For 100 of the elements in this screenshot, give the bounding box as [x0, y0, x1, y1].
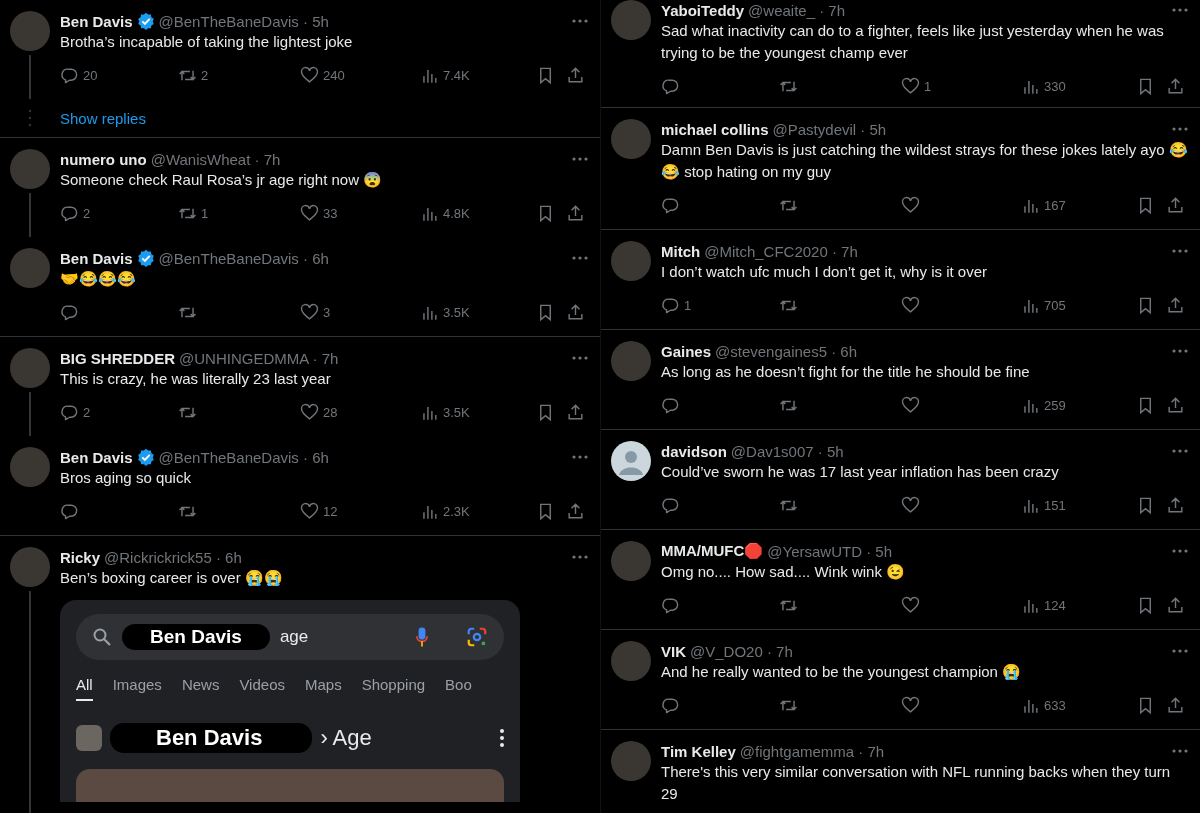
handle-and-time: @YersawUTD · 5h: [767, 542, 893, 560]
heart-icon[interactable]: [300, 402, 319, 422]
share-icon[interactable]: [566, 501, 585, 521]
view-count: 705: [1044, 297, 1066, 313]
share-icon[interactable]: [566, 302, 585, 322]
user-name[interactable]: Ricky: [60, 548, 101, 566]
user-name[interactable]: davidson: [661, 442, 727, 460]
reply-icon[interactable]: [60, 203, 79, 223]
search-tab[interactable]: Shopping: [361, 676, 426, 701]
handle-and-time: @Pastydevil · 5h: [772, 120, 887, 138]
view-count: 3.5K: [443, 304, 470, 320]
reply-icon[interactable]: [60, 302, 79, 322]
reply-icon[interactable]: [661, 76, 680, 96]
search-tab[interactable]: Boo: [445, 676, 472, 701]
heart-icon[interactable]: [901, 695, 920, 715]
handle-and-time: @Dav1s007 · 5h: [730, 442, 844, 460]
share-icon[interactable]: [566, 402, 585, 422]
post-text: This is crazy, he was literally 23 last year: [60, 369, 332, 389]
reply-icon[interactable]: [60, 501, 79, 521]
post-text: I don’t watch ufc much I don’t get it, why is it over: [661, 262, 988, 282]
reply-icon[interactable]: [661, 695, 680, 715]
heart-icon[interactable]: [300, 65, 319, 85]
default-avatar-icon[interactable]: [611, 441, 651, 481]
heart-icon[interactable]: [901, 495, 920, 515]
share-icon[interactable]: [1166, 295, 1185, 315]
camera-lens-icon[interactable]: [466, 626, 488, 648]
user-name[interactable]: Tim Kelley: [661, 742, 736, 760]
view-count: 2.3K: [443, 503, 470, 519]
user-name[interactable]: BIG SHREDDER: [60, 349, 175, 367]
user-name[interactable]: Mitch: [661, 242, 701, 260]
share-icon[interactable]: [566, 203, 585, 223]
share-icon[interactable]: [566, 65, 585, 85]
heart-icon[interactable]: [901, 76, 920, 96]
post-text: As long as he doesn’t fight for the title he should be fine: [661, 362, 1031, 382]
reply-count: 20: [83, 67, 98, 83]
microphone-icon[interactable]: [416, 626, 428, 648]
search-tab[interactable]: News: [181, 676, 220, 701]
show-replies-link[interactable]: Show replies: [60, 109, 146, 127]
reply-icon[interactable]: [661, 195, 680, 215]
more-options-icon[interactable]: [500, 729, 504, 747]
repost-count: 2: [201, 67, 209, 83]
user-name[interactable]: michael collins: [661, 120, 769, 138]
post-text: And he really wanted to be the youngest champion 😭: [661, 662, 1023, 682]
share-icon[interactable]: [1166, 395, 1185, 415]
result-label: › Age: [320, 725, 372, 751]
user-name[interactable]: MMA/MUFC🛑: [661, 542, 764, 560]
user-name[interactable]: Gaines: [661, 342, 712, 360]
reply-icon[interactable]: [60, 402, 79, 422]
user-name[interactable]: Ben Davis: [60, 249, 133, 267]
heart-icon[interactable]: [300, 302, 319, 322]
repost-count: 1: [201, 205, 209, 221]
heart-icon[interactable]: [300, 501, 319, 521]
like-count: 28: [323, 404, 338, 420]
heart-icon[interactable]: [901, 195, 920, 215]
reply-count: 1: [684, 297, 692, 313]
search-tab[interactable]: Videos: [239, 676, 285, 701]
thumbnail-placeholder: [76, 725, 102, 751]
search-field[interactable]: Ben Davis age: [76, 614, 504, 660]
user-name[interactable]: VIK: [661, 642, 686, 660]
dotted-line-icon: [28, 108, 32, 128]
post-text: There's this very similar conversation with NFL running backs when they turn 29: [661, 762, 1172, 804]
search-icon: [92, 627, 112, 647]
reply-icon[interactable]: [60, 65, 79, 85]
search-tab[interactable]: Maps: [305, 676, 342, 701]
reply-icon[interactable]: [661, 295, 680, 315]
heart-icon[interactable]: [901, 595, 920, 615]
handle-and-time: @fightgamemma · 7h: [739, 742, 885, 760]
share-icon[interactable]: [1166, 595, 1185, 615]
user-name[interactable]: Ben Davis: [60, 12, 133, 30]
view-count: 167: [1044, 197, 1066, 213]
heart-icon[interactable]: [300, 203, 319, 223]
like-count: 33: [323, 205, 338, 221]
user-name[interactable]: YaboiTeddy: [661, 1, 745, 19]
view-count: 259: [1044, 397, 1066, 413]
like-count: 1: [924, 78, 932, 94]
post-text: Brotha’s incapable of taking the lightest joke: [60, 32, 354, 52]
reply-icon[interactable]: [661, 395, 680, 415]
user-name[interactable]: Ben Davis: [60, 448, 133, 466]
search-tab[interactable]: All: [76, 676, 93, 701]
share-icon[interactable]: [1166, 76, 1185, 96]
redacted-name: Ben Davis: [110, 723, 313, 753]
share-icon[interactable]: [1166, 495, 1185, 515]
search-tab[interactable]: Images: [112, 676, 162, 701]
like-count: 12: [323, 503, 338, 519]
post-text: 🤝😂😂😂: [60, 269, 137, 289]
handle-and-time: @V_DO20 · 7h: [690, 642, 793, 660]
post-text: Sad what inactivity can do to a fighter, feels like just yesterday when he was trying to be the youngest champ ever: [661, 21, 1165, 63]
view-count: 633: [1044, 697, 1066, 713]
reply-icon[interactable]: [661, 495, 680, 515]
reply-icon[interactable]: [661, 595, 680, 615]
user-name[interactable]: numero uno: [60, 150, 147, 168]
heart-icon[interactable]: [901, 295, 920, 315]
reply-count: 2: [83, 404, 91, 420]
handle-and-time: @WanisWheat · 7h: [150, 150, 281, 168]
view-count: 3.5K: [443, 404, 470, 420]
heart-icon[interactable]: [901, 395, 920, 415]
share-icon[interactable]: [1166, 195, 1185, 215]
handle-and-time: @Mitch_CFC2020 · 7h: [704, 242, 858, 260]
share-icon[interactable]: [1166, 695, 1185, 715]
handle-and-time: @BenTheBaneDavis · 6h: [158, 448, 329, 466]
